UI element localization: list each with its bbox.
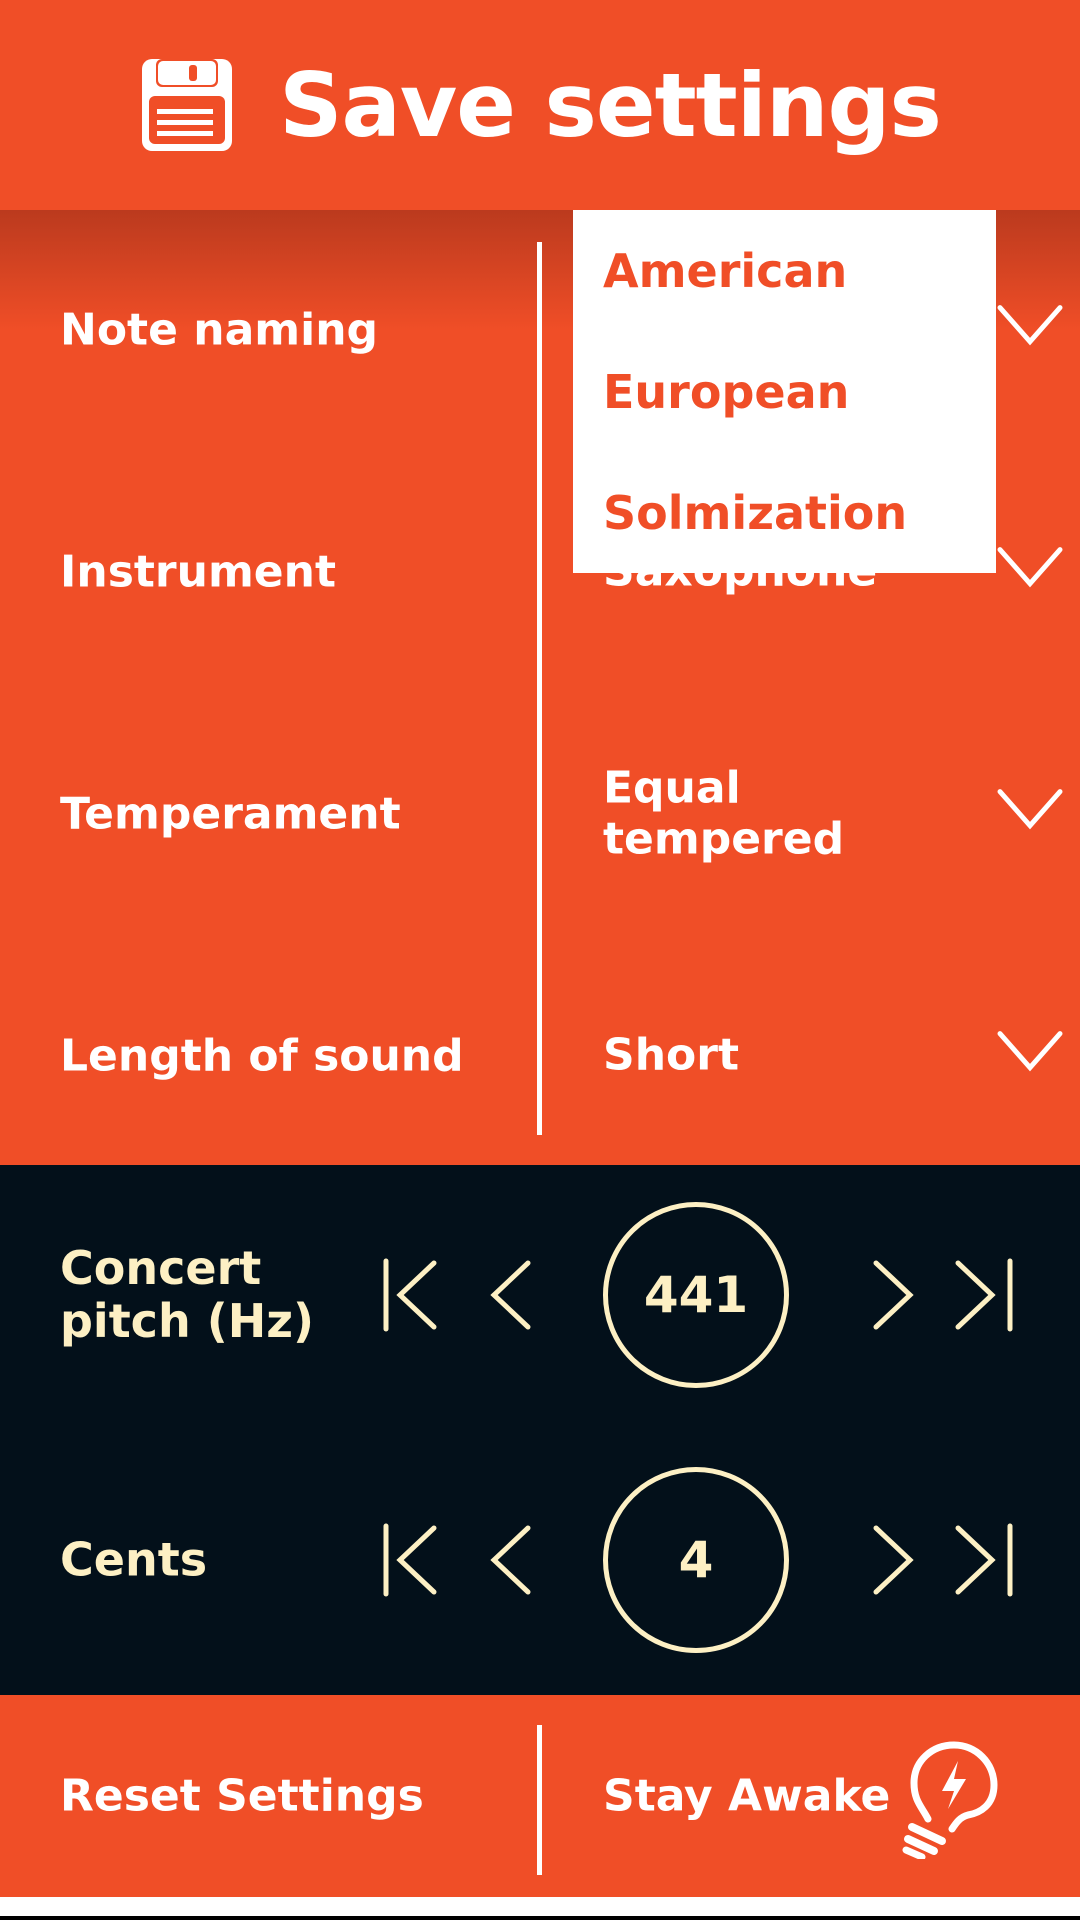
floppy-disk-icon [142,59,233,151]
note-naming-dropdown: American European Solmization [573,210,996,573]
temperament-row[interactable]: Temperament Equal tempered [0,694,1080,934]
skip-to-min-icon[interactable] [380,1520,450,1600]
length-of-sound-label: Length of sound [60,1030,464,1082]
concert-pitch-stepper: Concert pitch (Hz) 441 [0,1195,1080,1395]
footer-divider [537,1725,542,1875]
skip-to-max-icon[interactable] [950,1520,1020,1600]
cents-stepper: Cents 4 [0,1460,1080,1660]
lightbulb-bolt-icon[interactable] [892,1737,1004,1859]
increment-icon[interactable] [860,1520,930,1600]
skip-to-max-icon[interactable] [950,1255,1020,1335]
length-of-sound-row[interactable]: Length of sound Short [0,936,1080,1176]
chevron-down-icon[interactable] [996,788,1064,832]
cents-value: 4 [603,1467,789,1653]
temperament-label: Temperament [60,788,401,840]
reset-settings-button[interactable]: Reset Settings [60,1771,424,1822]
dropdown-option-european[interactable]: European [603,365,849,419]
dropdown-option-solmization[interactable]: Solmization [603,486,907,540]
footer-bar: Reset Settings Stay Awake [0,1695,1080,1897]
instrument-label: Instrument [60,546,336,598]
decrement-icon[interactable] [478,1255,548,1335]
tuning-panel: Concert pitch (Hz) 441 Cents 4 [0,1165,1080,1695]
chevron-down-icon[interactable] [996,546,1064,590]
cents-label: Cents [60,1532,208,1587]
concert-pitch-label: Concert pitch (Hz) [60,1241,315,1348]
chevron-down-icon[interactable] [996,304,1064,348]
increment-icon[interactable] [860,1255,930,1335]
concert-pitch-value: 441 [603,1202,789,1388]
chevron-down-icon[interactable] [996,1030,1064,1074]
temperament-value[interactable]: Equal tempered [603,763,903,864]
save-settings-button[interactable]: Save settings [0,0,1080,210]
skip-to-min-icon[interactable] [380,1255,450,1335]
dropdown-option-american[interactable]: American [603,244,847,298]
decrement-icon[interactable] [478,1520,548,1600]
stay-awake-button[interactable]: Stay Awake [603,1771,890,1822]
bottom-edge [0,1916,1080,1920]
length-of-sound-value[interactable]: Short [603,1030,903,1082]
page-title: Save settings [279,53,942,157]
note-naming-label: Note naming [60,304,379,356]
